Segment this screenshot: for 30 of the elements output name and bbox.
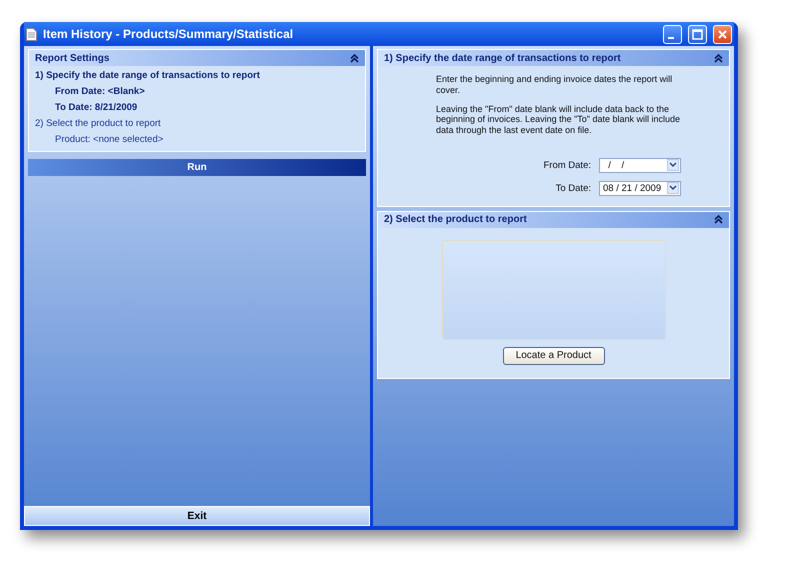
dropdown-icon[interactable] (667, 159, 679, 172)
window-title: Item History - Products/Summary/Statistical (43, 27, 294, 41)
close-button[interactable] (713, 24, 732, 44)
run-button[interactable]: Run (28, 159, 366, 176)
maximize-button[interactable] (688, 24, 707, 44)
locate-product-button[interactable]: Locate a Product (502, 346, 604, 365)
minimize-button[interactable] (663, 24, 682, 44)
maximize-icon (692, 28, 703, 40)
collapse-icon[interactable] (350, 54, 359, 62)
setting-summary: Product: <none selected> (54, 134, 164, 145)
minimize-icon (668, 36, 674, 38)
date-field[interactable]: 08 / 21 / 2009 (599, 180, 681, 196)
instruction-text: Leaving the "From" date blank will include data back to the beginning of invoices. Leaving the "To" date blank will include data through the last event date on file. (436, 104, 682, 136)
panel-title: Report Settings (35, 52, 110, 64)
collapse-icon[interactable] (714, 215, 723, 224)
document-icon (26, 28, 37, 40)
setting-summary: To Date: 8/21/2009 (54, 102, 138, 113)
close-icon (717, 28, 728, 40)
date-field[interactable]: / / (599, 158, 681, 173)
step-label: 1) Specify the date range of transactions to report (35, 70, 261, 81)
panel-title: 2) Select the product to report (384, 214, 527, 226)
dropdown-icon[interactable] (667, 182, 679, 194)
panel-title: 1) Specify the date range of transactions to report (384, 52, 621, 64)
setting-summary: From Date: <Blank> (54, 86, 146, 97)
collapse-icon[interactable] (714, 54, 723, 62)
field-label: From Date: (543, 160, 591, 171)
step-label: 2) Select the product to report (35, 118, 162, 129)
instruction-text: Enter the beginning and ending invoice dates the report will cover. (436, 74, 674, 96)
exit-button[interactable]: Exit (24, 506, 370, 526)
field-label: To Date: (556, 182, 591, 194)
